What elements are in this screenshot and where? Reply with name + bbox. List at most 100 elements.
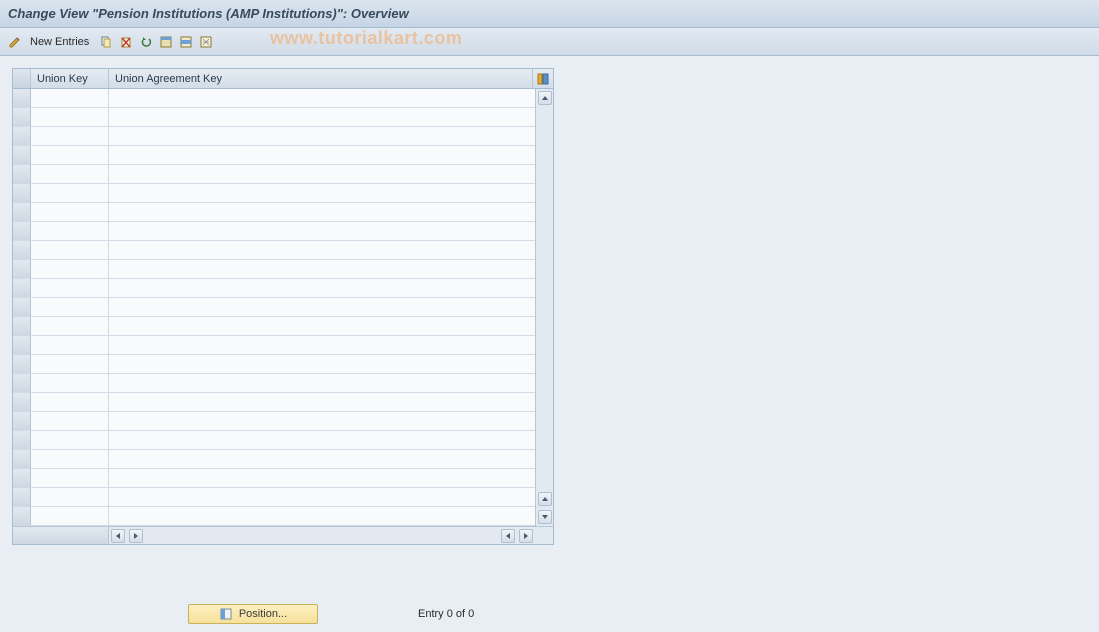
- undo-icon[interactable]: [137, 33, 155, 51]
- vertical-scrollbar[interactable]: [535, 89, 553, 526]
- select-all-icon[interactable]: [157, 33, 175, 51]
- cell-union-key[interactable]: [31, 127, 109, 145]
- row-selector[interactable]: [13, 412, 31, 430]
- cell-union-agreement-key[interactable]: [109, 488, 535, 506]
- row-selector[interactable]: [13, 89, 31, 107]
- row-selector[interactable]: [13, 393, 31, 411]
- cell-union-key[interactable]: [31, 488, 109, 506]
- table-row: [13, 127, 535, 146]
- cell-union-agreement-key[interactable]: [109, 279, 535, 297]
- cell-union-key[interactable]: [31, 355, 109, 373]
- cell-union-key[interactable]: [31, 393, 109, 411]
- row-selector[interactable]: [13, 431, 31, 449]
- cell-union-key[interactable]: [31, 203, 109, 221]
- cell-union-agreement-key[interactable]: [109, 222, 535, 240]
- row-selector[interactable]: [13, 146, 31, 164]
- row-selector[interactable]: [13, 374, 31, 392]
- data-table: Union Key Union Agreement Key: [12, 68, 554, 545]
- delete-icon[interactable]: [117, 33, 135, 51]
- footer: Position... Entry 0 of 0: [0, 600, 560, 628]
- row-selector[interactable]: [13, 469, 31, 487]
- cell-union-agreement-key[interactable]: [109, 184, 535, 202]
- row-selector[interactable]: [13, 450, 31, 468]
- cell-union-key[interactable]: [31, 89, 109, 107]
- scroll-right-icon-2[interactable]: [519, 529, 533, 543]
- table-row: [13, 89, 535, 108]
- cell-union-key[interactable]: [31, 469, 109, 487]
- hscroll-track[interactable]: [145, 531, 499, 541]
- cell-union-key[interactable]: [31, 412, 109, 430]
- cell-union-agreement-key[interactable]: [109, 431, 535, 449]
- row-selector[interactable]: [13, 127, 31, 145]
- cell-union-agreement-key[interactable]: [109, 450, 535, 468]
- cell-union-key[interactable]: [31, 336, 109, 354]
- table-header: Union Key Union Agreement Key: [13, 69, 553, 89]
- cell-union-key[interactable]: [31, 507, 109, 525]
- hscroll-fixed-spacer: [13, 527, 109, 544]
- row-selector[interactable]: [13, 222, 31, 240]
- cell-union-key[interactable]: [31, 317, 109, 335]
- page-title: Change View "Pension Institutions (AMP I…: [8, 6, 409, 21]
- table-row: [13, 279, 535, 298]
- row-selector[interactable]: [13, 355, 31, 373]
- new-entries-button[interactable]: New Entries: [26, 36, 95, 48]
- cell-union-agreement-key[interactable]: [109, 298, 535, 316]
- cell-union-agreement-key[interactable]: [109, 507, 535, 525]
- cell-union-key[interactable]: [31, 431, 109, 449]
- cell-union-agreement-key[interactable]: [109, 146, 535, 164]
- cell-union-key[interactable]: [31, 260, 109, 278]
- cell-union-key[interactable]: [31, 222, 109, 240]
- cell-union-key[interactable]: [31, 241, 109, 259]
- row-selector[interactable]: [13, 488, 31, 506]
- cell-union-agreement-key[interactable]: [109, 108, 535, 126]
- change-mode-icon[interactable]: [6, 33, 24, 51]
- cell-union-key[interactable]: [31, 450, 109, 468]
- row-selector[interactable]: [13, 203, 31, 221]
- select-all-rows[interactable]: [13, 69, 31, 88]
- table-config-icon[interactable]: [533, 69, 553, 88]
- cell-union-agreement-key[interactable]: [109, 393, 535, 411]
- scroll-left-icon[interactable]: [111, 529, 125, 543]
- row-selector[interactable]: [13, 165, 31, 183]
- scroll-left-icon-2[interactable]: [501, 529, 515, 543]
- cell-union-key[interactable]: [31, 374, 109, 392]
- cell-union-agreement-key[interactable]: [109, 260, 535, 278]
- column-header-union-agreement-key[interactable]: Union Agreement Key: [109, 69, 533, 88]
- row-selector[interactable]: [13, 260, 31, 278]
- cell-union-agreement-key[interactable]: [109, 469, 535, 487]
- select-block-icon[interactable]: [177, 33, 195, 51]
- cell-union-agreement-key[interactable]: [109, 412, 535, 430]
- cell-union-key[interactable]: [31, 279, 109, 297]
- row-selector[interactable]: [13, 279, 31, 297]
- cell-union-key[interactable]: [31, 146, 109, 164]
- cell-union-key[interactable]: [31, 298, 109, 316]
- cell-union-agreement-key[interactable]: [109, 127, 535, 145]
- scroll-up-icon[interactable]: [538, 91, 552, 105]
- cell-union-agreement-key[interactable]: [109, 336, 535, 354]
- position-button[interactable]: Position...: [188, 604, 318, 624]
- cell-union-agreement-key[interactable]: [109, 317, 535, 335]
- scroll-down-icon[interactable]: [538, 510, 552, 524]
- cell-union-agreement-key[interactable]: [109, 355, 535, 373]
- row-selector[interactable]: [13, 108, 31, 126]
- row-selector[interactable]: [13, 184, 31, 202]
- horizontal-scrollbar[interactable]: [13, 526, 553, 544]
- scroll-up-icon-2[interactable]: [538, 492, 552, 506]
- cell-union-agreement-key[interactable]: [109, 165, 535, 183]
- cell-union-agreement-key[interactable]: [109, 374, 535, 392]
- cell-union-key[interactable]: [31, 108, 109, 126]
- column-header-union-key[interactable]: Union Key: [31, 69, 109, 88]
- cell-union-key[interactable]: [31, 184, 109, 202]
- row-selector[interactable]: [13, 507, 31, 525]
- row-selector[interactable]: [13, 241, 31, 259]
- cell-union-agreement-key[interactable]: [109, 89, 535, 107]
- cell-union-key[interactable]: [31, 165, 109, 183]
- row-selector[interactable]: [13, 298, 31, 316]
- cell-union-agreement-key[interactable]: [109, 203, 535, 221]
- row-selector[interactable]: [13, 336, 31, 354]
- cell-union-agreement-key[interactable]: [109, 241, 535, 259]
- copy-icon[interactable]: [97, 33, 115, 51]
- deselect-all-icon[interactable]: [197, 33, 215, 51]
- scroll-right-icon[interactable]: [129, 529, 143, 543]
- row-selector[interactable]: [13, 317, 31, 335]
